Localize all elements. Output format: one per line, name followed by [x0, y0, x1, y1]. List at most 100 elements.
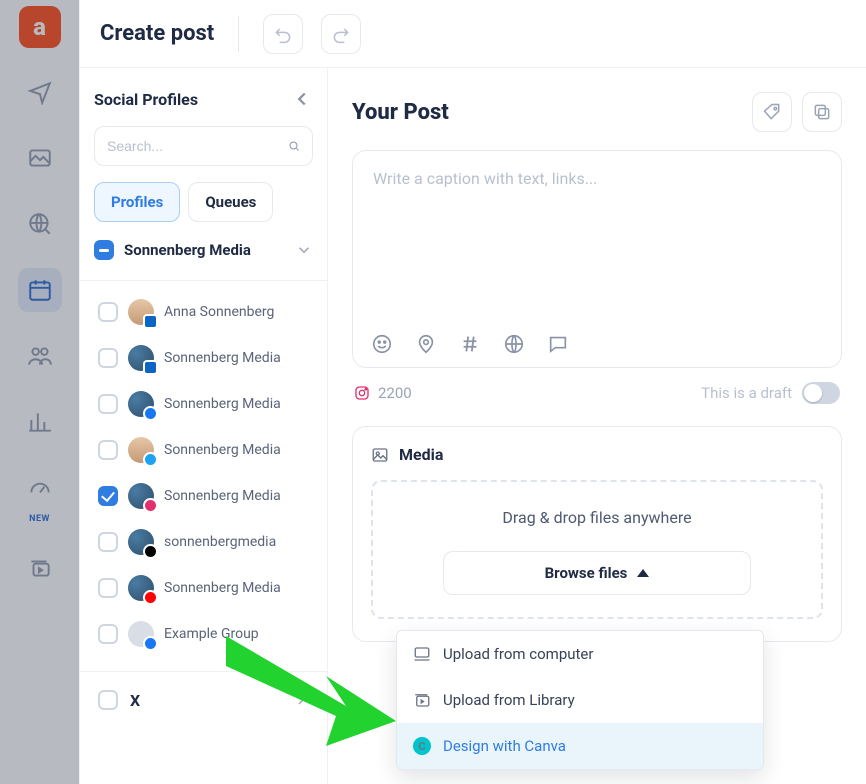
char-count: 2200	[378, 384, 412, 402]
profile-name: sonnenbergmedia	[164, 534, 276, 550]
tab-profiles[interactable]: Profiles	[94, 182, 180, 222]
image-icon	[371, 446, 389, 464]
profile-item[interactable]: sonnenbergmedia	[94, 519, 313, 565]
media-dropzone[interactable]: Drag & drop files anywhere Browse files	[371, 480, 823, 619]
library-icon	[413, 691, 431, 709]
page-title: Create post	[100, 21, 214, 46]
profile-name: Sonnenberg Media	[164, 580, 281, 596]
menu-label: Upload from Library	[443, 691, 575, 709]
chevron-right-icon	[293, 692, 309, 708]
computer-icon	[413, 645, 431, 663]
nav-send-icon[interactable]	[18, 70, 62, 114]
media-label: Media	[399, 445, 443, 464]
profile-checkbox[interactable]	[98, 440, 118, 460]
caption-input[interactable]	[353, 151, 841, 320]
linkedin-badge-icon	[143, 314, 158, 329]
twitter-badge-icon	[143, 452, 158, 467]
profiles-title: Social Profiles	[94, 90, 198, 109]
search-icon	[288, 137, 300, 155]
profile-name: Example Group	[164, 626, 259, 642]
location-icon[interactable]	[415, 333, 437, 355]
nav-gauge-icon[interactable]	[18, 466, 62, 510]
draft-label: This is a draft	[701, 384, 792, 402]
profile-item[interactable]: Sonnenberg Media	[94, 565, 313, 611]
caption-box	[352, 150, 842, 368]
undo-button[interactable]	[263, 14, 303, 54]
x-label: X	[130, 691, 281, 710]
draft-toggle[interactable]	[802, 382, 840, 404]
menu-label: Design with Canva	[443, 737, 566, 755]
app-sidebar: a NEW	[0, 0, 80, 784]
nav-globe-icon[interactable]	[18, 202, 62, 246]
facebook-badge-icon	[143, 636, 158, 651]
topbar: Create post	[80, 0, 866, 68]
profiles-sidebar: Social Profiles Profiles Queues Sonnenbe…	[80, 68, 328, 784]
nav-new-badge: NEW	[29, 514, 50, 524]
globe-icon[interactable]	[503, 333, 525, 355]
facebook-badge-icon	[143, 406, 158, 421]
profile-item[interactable]: Sonnenberg Media	[94, 335, 313, 381]
profile-group-row[interactable]: Sonnenberg Media	[94, 240, 313, 260]
menu-upload-computer[interactable]: Upload from computer	[397, 631, 763, 677]
browse-files-button[interactable]: Browse files	[443, 551, 751, 595]
profile-item[interactable]: Sonnenberg Media	[94, 381, 313, 427]
editor-title: Your Post	[352, 100, 742, 125]
group-checkbox-icon[interactable]	[94, 240, 114, 260]
profile-checkbox[interactable]	[98, 486, 118, 506]
tab-queues[interactable]: Queues	[188, 182, 273, 222]
profile-checkbox[interactable]	[98, 578, 118, 598]
profile-item[interactable]: Example Group	[94, 611, 313, 657]
instagram-icon	[354, 385, 370, 401]
profile-item[interactable]: Anna Sonnenberg	[94, 289, 313, 335]
caret-up-icon	[637, 569, 649, 577]
caption-meta: 2200 This is a draft	[354, 382, 840, 404]
nav-collection-icon[interactable]	[18, 546, 62, 590]
profile-checkbox[interactable]	[98, 348, 118, 368]
nav-analytics-icon[interactable]	[18, 400, 62, 444]
profile-name: Sonnenberg Media	[164, 396, 281, 412]
comment-icon[interactable]	[547, 333, 569, 355]
menu-design-canva[interactable]: C Design with Canva	[397, 723, 763, 769]
linkedin-badge-icon	[143, 360, 158, 375]
browse-files-menu: Upload from computer Upload from Library…	[396, 630, 764, 770]
browse-label: Browse files	[545, 564, 628, 582]
chevron-down-icon[interactable]	[295, 241, 313, 259]
x-checkbox[interactable]	[98, 690, 118, 710]
redo-button[interactable]	[321, 14, 361, 54]
canva-icon: C	[413, 737, 431, 755]
menu-upload-library[interactable]: Upload from Library	[397, 677, 763, 723]
emoji-icon[interactable]	[371, 333, 393, 355]
caption-toolbar	[353, 320, 841, 367]
collapse-sidebar-icon[interactable]	[291, 88, 313, 110]
sidebar-footer-x[interactable]: X	[80, 671, 327, 728]
search-input[interactable]	[107, 138, 288, 154]
group-name: Sonnenberg Media	[124, 241, 285, 259]
youtube-badge-icon	[143, 590, 158, 605]
search-input-wrapper[interactable]	[94, 126, 313, 166]
nav-image-icon[interactable]	[18, 136, 62, 180]
media-section: Media Drag & drop files anywhere Browse …	[352, 426, 842, 642]
hashtag-icon[interactable]	[459, 333, 481, 355]
profile-list: Anna Sonnenberg Sonnenberg Media Sonnenb…	[94, 289, 313, 657]
nav-calendar-icon[interactable]	[18, 268, 62, 312]
profile-name: Sonnenberg Media	[164, 488, 281, 504]
copy-button[interactable]	[802, 92, 842, 132]
app-logo-icon: a	[19, 6, 61, 48]
menu-label: Upload from computer	[443, 645, 593, 663]
tags-button[interactable]	[752, 92, 792, 132]
profile-checkbox[interactable]	[98, 394, 118, 414]
profile-name: Sonnenberg Media	[164, 350, 281, 366]
nav-people-icon[interactable]	[18, 334, 62, 378]
profile-checkbox[interactable]	[98, 532, 118, 552]
profile-item[interactable]: Sonnenberg Media	[94, 427, 313, 473]
divider	[80, 280, 327, 281]
profile-item[interactable]: Sonnenberg Media	[94, 473, 313, 519]
tiktok-badge-icon	[143, 544, 158, 559]
dropzone-text: Drag & drop files anywhere	[389, 508, 805, 527]
profile-checkbox[interactable]	[98, 624, 118, 644]
instagram-badge-icon	[143, 498, 158, 513]
profile-checkbox[interactable]	[98, 302, 118, 322]
profile-name: Sonnenberg Media	[164, 442, 281, 458]
profile-name: Anna Sonnenberg	[164, 304, 274, 320]
divider	[238, 16, 239, 52]
